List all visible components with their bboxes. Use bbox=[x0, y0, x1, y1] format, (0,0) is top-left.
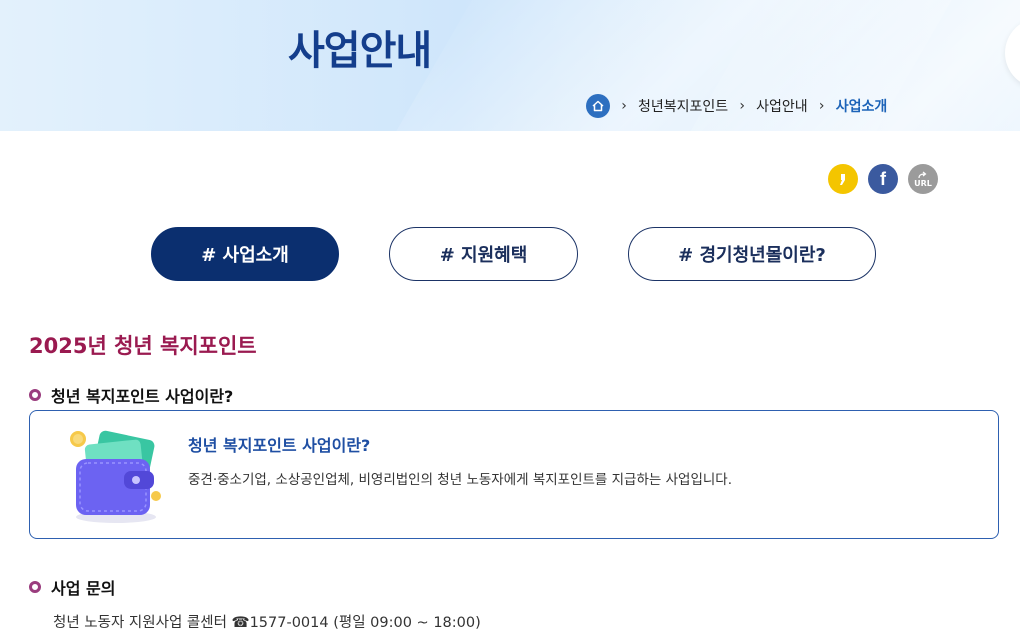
page-title: 사업안내 bbox=[288, 28, 432, 74]
kakao-icon bbox=[840, 174, 845, 185]
home-icon[interactable] bbox=[586, 94, 610, 118]
info-box: 청년 복지포인트 사업이란? 중견·중소기업, 소상공인업체, 비영리법인의 청… bbox=[29, 410, 999, 539]
subheading-inquiry: 사업 문의 bbox=[29, 575, 115, 599]
info-box-title: 청년 복지포인트 사업이란? bbox=[188, 436, 371, 455]
url-copy-button[interactable]: URL bbox=[908, 164, 938, 194]
url-label: URL bbox=[914, 178, 932, 188]
tab-gyeonggi-youth-mall[interactable]: # 경기청년몰이란? bbox=[628, 227, 876, 281]
bullet-icon bbox=[29, 389, 41, 401]
breadcrumb-item[interactable]: 사업안내 bbox=[756, 96, 808, 116]
bullet-icon bbox=[29, 581, 41, 593]
chevron-right-icon: › bbox=[739, 98, 745, 114]
tab-support-benefits[interactable]: # 지원혜택 bbox=[389, 227, 578, 281]
tab-business-intro[interactable]: # 사업소개 bbox=[151, 227, 339, 281]
kakao-share-button[interactable] bbox=[828, 164, 858, 194]
info-box-text: 중견·중소기업, 소상공인업체, 비영리법인의 청년 노동자에게 복지포인트를 … bbox=[188, 472, 733, 488]
subheading-label: 사업 문의 bbox=[51, 579, 116, 598]
chevron-right-icon: › bbox=[621, 98, 627, 114]
facebook-icon: f bbox=[880, 168, 886, 189]
chevron-right-icon: › bbox=[818, 98, 825, 114]
breadcrumb-item[interactable]: 청년복지포인트 bbox=[638, 96, 728, 116]
share-buttons: f URL bbox=[818, 164, 938, 194]
facebook-share-button[interactable]: f bbox=[868, 164, 898, 194]
page-banner: 사업안내 › 청년복지포인트 › 사업안내 › 사업소개 bbox=[0, 0, 1020, 131]
subheading-label: 청년 복지포인트 사업이란? bbox=[51, 387, 234, 406]
share-arrow-icon bbox=[918, 171, 927, 178]
breadcrumb-current[interactable]: 사업소개 bbox=[836, 96, 888, 116]
wallet-icon bbox=[70, 430, 161, 523]
contact-info: 청년 노동자 지원사업 콜센터 ☎1577-0014 (평일 09:00 ~ 1… bbox=[53, 615, 481, 631]
breadcrumb: › 청년복지포인트 › 사업안내 › 사업소개 bbox=[586, 94, 887, 118]
subheading-about: 청년 복지포인트 사업이란? bbox=[29, 383, 233, 407]
section-title: 2025년 청년 복지포인트 bbox=[29, 334, 257, 358]
